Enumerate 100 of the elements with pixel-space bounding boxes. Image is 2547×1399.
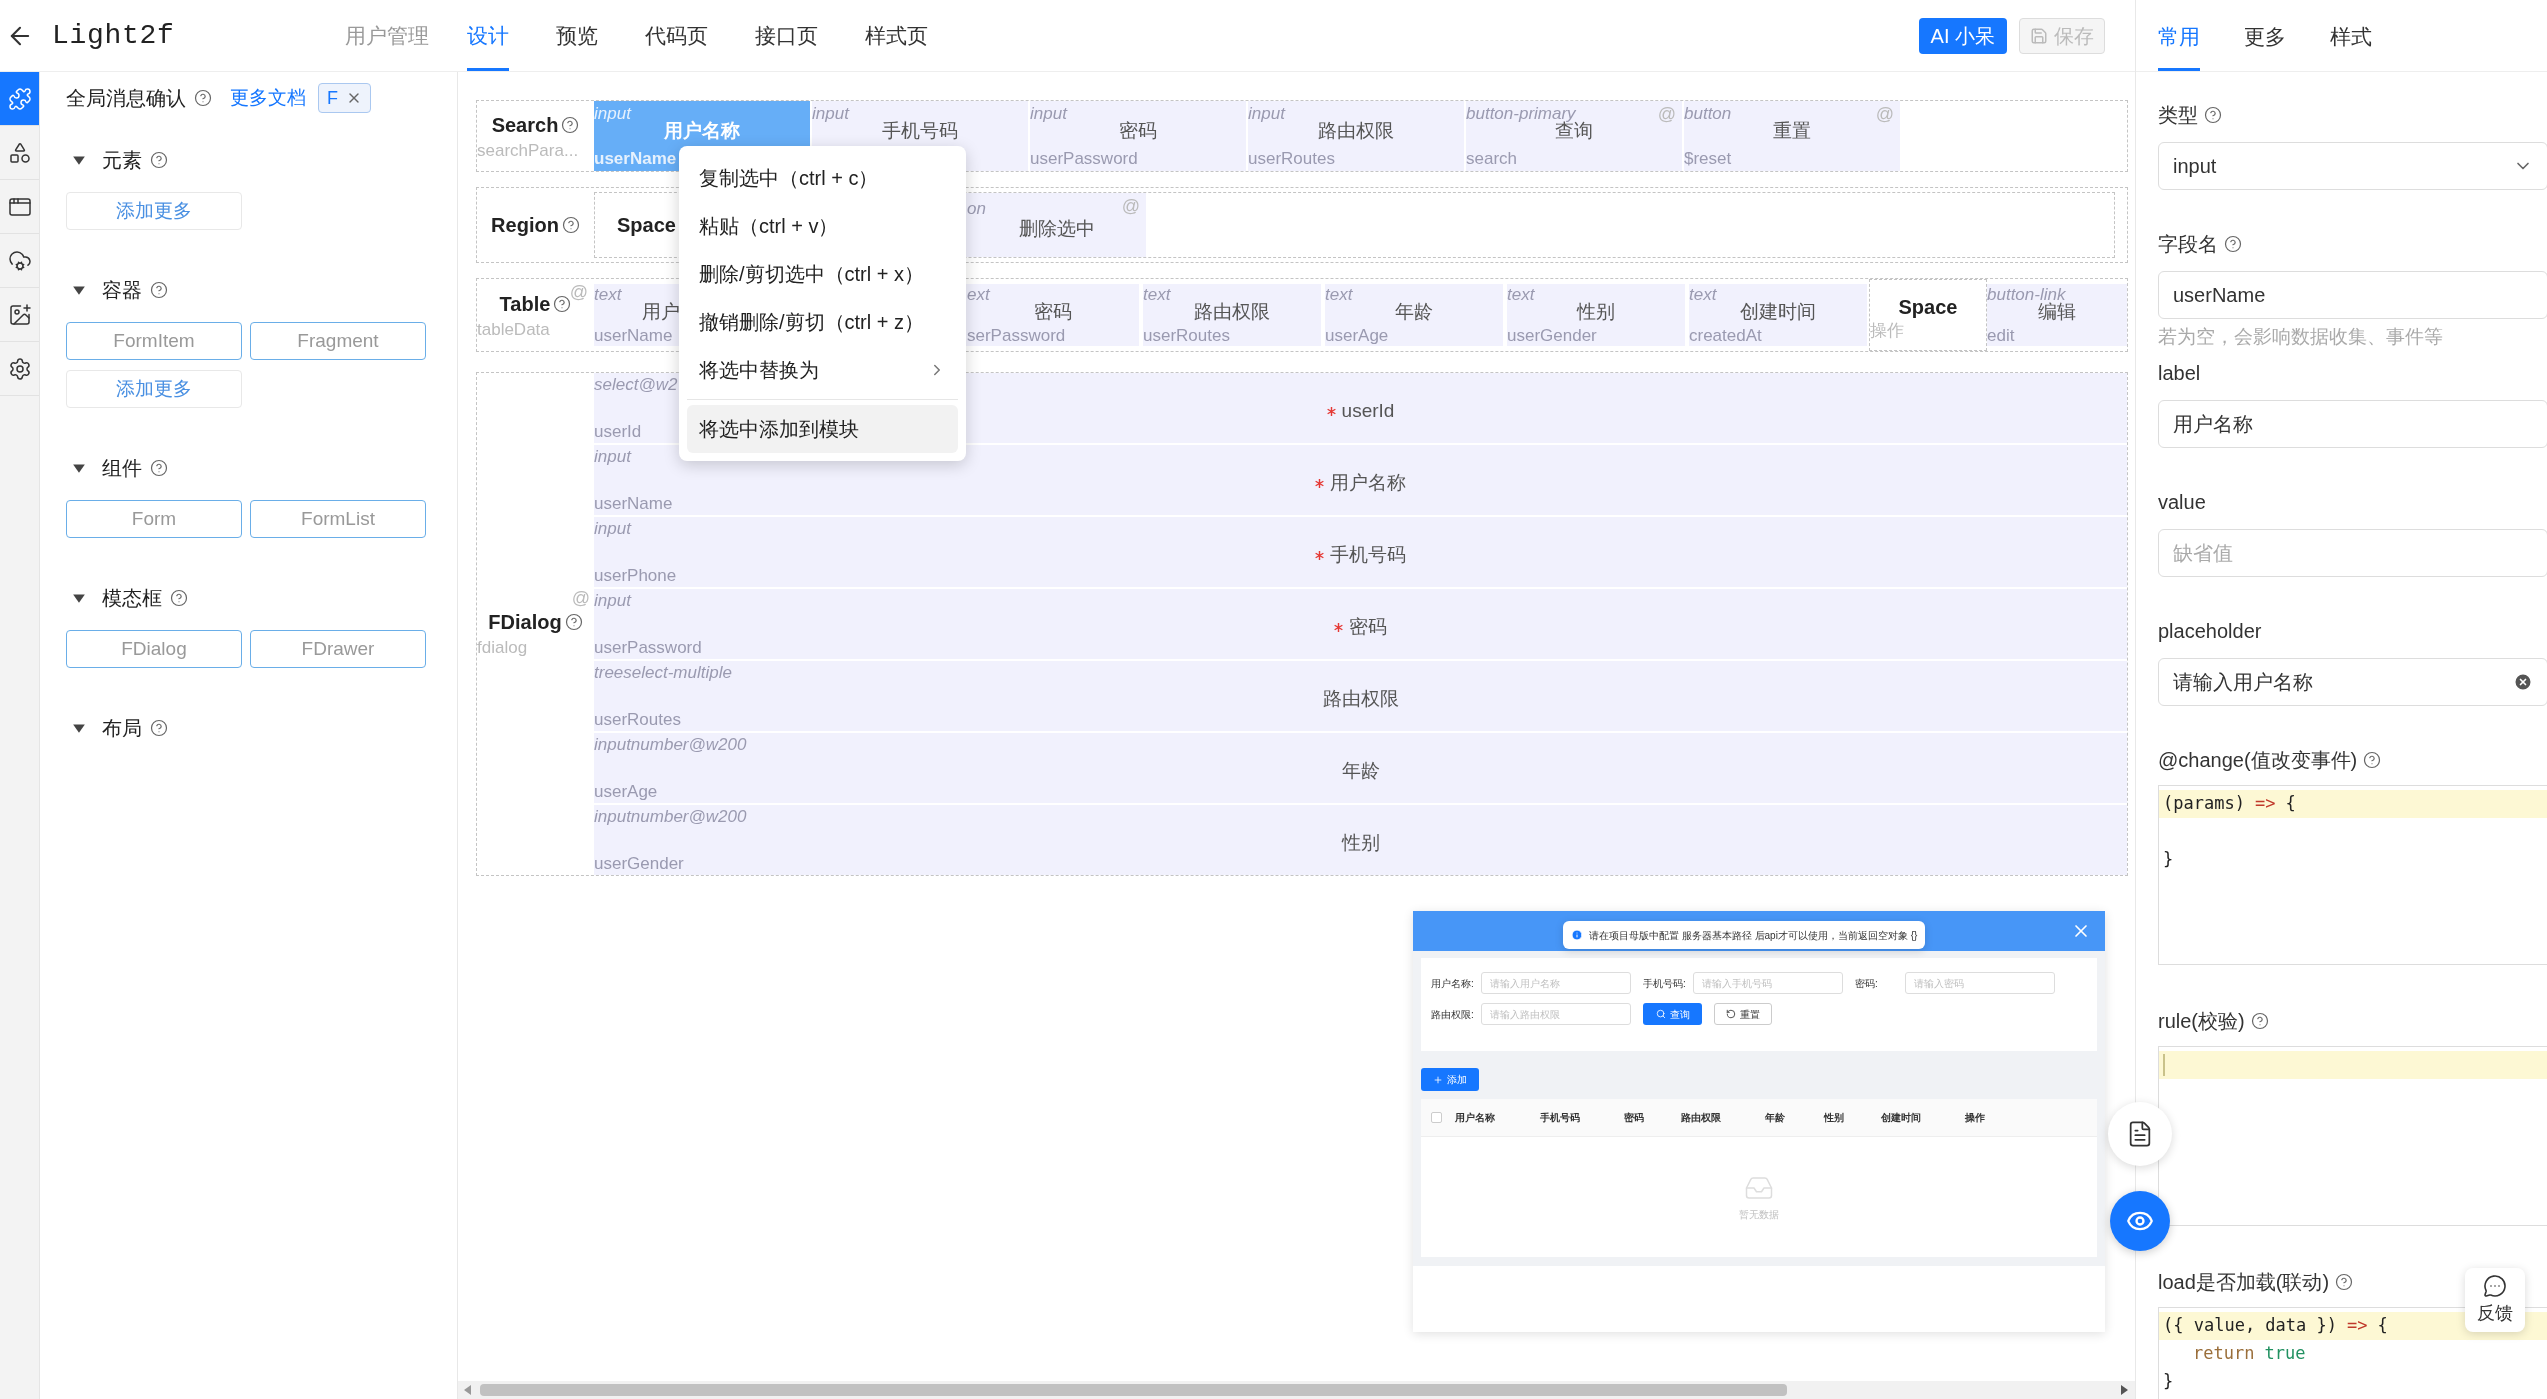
code-editor[interactable]: (params) => { } bbox=[2158, 785, 2547, 965]
help-icon[interactable] bbox=[561, 216, 580, 234]
tab[interactable]: 接口页 bbox=[754, 0, 818, 71]
menu-item[interactable]: 将选中添加到模块 bbox=[687, 405, 958, 453]
property-label: value bbox=[2158, 490, 2206, 515]
form-item-block[interactable]: input 密码 userPassword bbox=[1030, 101, 1246, 171]
property-label: rule(校验) bbox=[2158, 1009, 2245, 1034]
table-column-block[interactable]: text 性别 userGender bbox=[1507, 284, 1685, 346]
table-column-block[interactable]: text 路由权限 userRoutes bbox=[1143, 284, 1321, 346]
component-type: button-primary bbox=[1466, 105, 1576, 122]
component-type: button bbox=[1684, 105, 1732, 122]
code-token: { bbox=[2285, 792, 2296, 816]
cloud-icon[interactable] bbox=[7, 248, 32, 273]
tab[interactable]: 常用 bbox=[2158, 20, 2200, 71]
search-button[interactable]: 查询 bbox=[1643, 1003, 1702, 1025]
settings-icon[interactable] bbox=[7, 356, 32, 381]
table-column-block[interactable]: text 用户 userName bbox=[594, 284, 680, 346]
component-type: text bbox=[1689, 286, 1717, 303]
tab[interactable]: 预览 bbox=[555, 0, 598, 71]
category-title[interactable]: 容器 bbox=[102, 275, 142, 305]
code-token: => bbox=[2347, 1314, 2368, 1338]
field-label: 性别 bbox=[1575, 300, 1616, 324]
column-header: 操作 bbox=[1965, 1111, 1986, 1125]
tab[interactable]: 样式 bbox=[2330, 20, 2372, 71]
code-token: return bbox=[2193, 1342, 2255, 1366]
feedback-button[interactable]: 反馈 bbox=[2465, 1268, 2525, 1332]
block-key: fdialog bbox=[477, 637, 594, 659]
field-key: $reset bbox=[1684, 150, 1732, 167]
checkbox[interactable] bbox=[1431, 1112, 1442, 1123]
help-icon[interactable] bbox=[2250, 1012, 2269, 1030]
help-icon[interactable] bbox=[2363, 751, 2382, 769]
search-icon bbox=[1655, 1009, 1666, 1019]
field-label: 手机号码 bbox=[1330, 543, 1406, 567]
component-type: input bbox=[594, 520, 631, 537]
form-label: 密码: bbox=[1855, 976, 1879, 991]
component-type: select@w2 bbox=[594, 376, 678, 393]
component-type: text bbox=[1143, 286, 1171, 303]
column-header: 密码 bbox=[1624, 1111, 1645, 1125]
category-title[interactable]: 布局 bbox=[102, 713, 142, 743]
form-item-block[interactable]: button-primary @ 查询 search bbox=[1466, 101, 1682, 171]
preview-eye-button[interactable] bbox=[2110, 1191, 2170, 1251]
clear-icon[interactable] bbox=[2513, 672, 2533, 692]
field-key: userName bbox=[594, 327, 673, 344]
anchor-mark: @ bbox=[1875, 105, 1894, 123]
table-column-block[interactable]: text 年龄 userAge bbox=[1325, 284, 1503, 346]
block-title: Space bbox=[617, 213, 676, 238]
help-icon[interactable] bbox=[150, 459, 168, 477]
add-button[interactable]: 添加 bbox=[1421, 1068, 1479, 1091]
code-token: { bbox=[2377, 1314, 2388, 1338]
tab[interactable]: 更多 bbox=[2244, 20, 2286, 71]
document-button[interactable] bbox=[2108, 1102, 2172, 1166]
help-icon[interactable] bbox=[561, 116, 580, 135]
shapes-icon[interactable] bbox=[7, 140, 32, 165]
tab[interactable]: 设计 bbox=[466, 0, 509, 71]
component-type: treeselect-multiple bbox=[594, 664, 732, 681]
scrollbar-thumb[interactable] bbox=[480, 1384, 1787, 1396]
field-label: 用户 bbox=[642, 300, 680, 324]
help-icon[interactable] bbox=[194, 89, 212, 107]
help-icon[interactable] bbox=[564, 613, 583, 632]
space-block[interactable]: Space 操作 bbox=[1869, 279, 1987, 351]
help-icon[interactable] bbox=[2204, 106, 2222, 124]
form-item-block[interactable]: button @ 重置 $reset bbox=[1684, 101, 1900, 171]
hint-text: 若为空，会影响数据收集、事件等 bbox=[2158, 325, 2444, 349]
docs-link[interactable]: 更多文档 bbox=[230, 83, 306, 113]
help-icon[interactable] bbox=[2335, 1273, 2354, 1291]
category-title[interactable]: 元素 bbox=[102, 145, 142, 175]
anchor-mark: @ bbox=[1121, 197, 1140, 215]
help-icon[interactable] bbox=[150, 281, 168, 299]
category-title[interactable]: 模态框 bbox=[102, 583, 162, 613]
component-type: ext bbox=[967, 286, 990, 303]
field-label: 密码 bbox=[1033, 300, 1073, 324]
help-icon[interactable] bbox=[150, 719, 168, 737]
horizontal-scrollbar[interactable] bbox=[458, 1381, 2135, 1399]
image-icon[interactable] bbox=[7, 302, 32, 327]
anchor-mark: @ bbox=[569, 283, 588, 301]
tag[interactable]: F bbox=[318, 83, 371, 113]
tab[interactable]: 样式页 bbox=[864, 0, 928, 71]
help-icon[interactable] bbox=[2224, 235, 2242, 253]
help-icon[interactable] bbox=[170, 589, 188, 607]
tab[interactable]: 代码页 bbox=[644, 0, 708, 71]
help-icon[interactable] bbox=[150, 151, 168, 169]
reset-button[interactable]: 重置 bbox=[1714, 1003, 1772, 1025]
field-label: 性别 bbox=[1341, 831, 1380, 855]
scroll-right-icon[interactable] bbox=[2121, 1385, 2129, 1395]
code-token: (params) bbox=[2163, 792, 2245, 816]
puzzle-icon[interactable] bbox=[7, 86, 32, 111]
field-key: userPassword bbox=[594, 639, 702, 656]
table-column-block[interactable]: text 创建时间 createdAt bbox=[1689, 284, 1867, 346]
table-column-block[interactable]: ext 密码 serPassword bbox=[967, 284, 1139, 346]
property-label: placeholder bbox=[2158, 619, 2262, 644]
form-item-block[interactable]: inputnumber@w200 性别 userGender bbox=[594, 805, 2127, 875]
help-icon[interactable] bbox=[553, 295, 572, 314]
category-title[interactable]: 组件 bbox=[102, 453, 142, 483]
ai-assistant-button[interactable]: AI 小呆 bbox=[1918, 17, 2007, 54]
table-column-block[interactable]: button-link 编辑 edit bbox=[1987, 284, 2127, 346]
property-label: @change(值改变事件) bbox=[2158, 748, 2358, 773]
field-key: userAge bbox=[594, 783, 658, 800]
column-header: 性别 bbox=[1824, 1111, 1845, 1125]
form-item-block[interactable]: input 路由权限 userRoutes bbox=[1248, 101, 1464, 171]
menu-item[interactable]: 撤销删除/剪切（ctrl + z） bbox=[687, 298, 958, 346]
